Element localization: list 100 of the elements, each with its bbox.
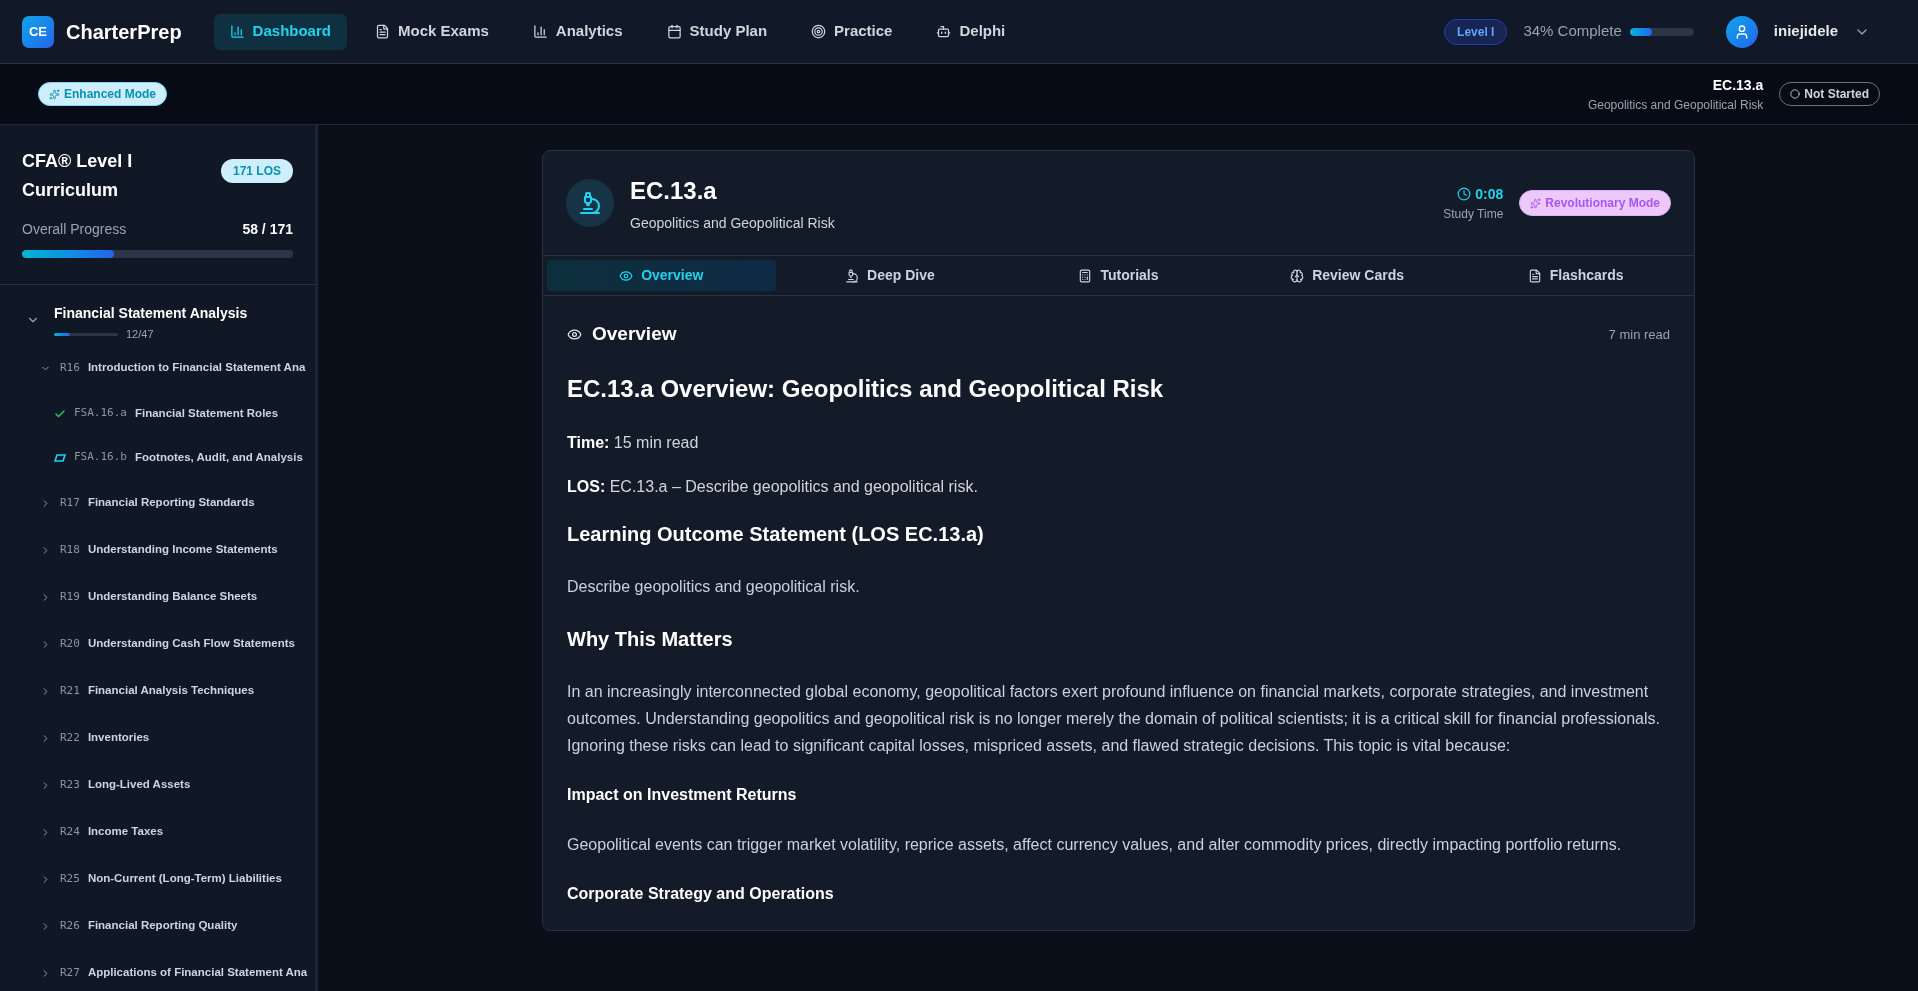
parallelogram-icon (54, 453, 66, 462)
clock-icon (1457, 187, 1472, 201)
brain-icon (1290, 268, 1305, 283)
content-tab[interactable]: Review Cards (1232, 260, 1462, 291)
robot-icon (936, 24, 952, 39)
reading-title: Long-Lived Assets (87, 777, 191, 793)
sparkles-icon (49, 88, 60, 100)
nav-tab[interactable]: Practice (795, 13, 909, 50)
reading-item[interactable]: R17 Financial Reporting Standards (26, 479, 315, 527)
target-icon (811, 24, 827, 39)
reading-item[interactable]: R18 Understanding Income Statements (26, 526, 315, 574)
nav-tab[interactable]: Delphi (920, 13, 1022, 50)
subsection-heading: Impact on Investment Returns (567, 784, 798, 805)
reading-item[interactable]: R16 Introduction to Financial Statement Ana (26, 344, 315, 392)
los-code: FSA.16.a (74, 405, 127, 422)
los-title: Footnotes, Audit, and Analysis (135, 449, 303, 465)
reading-code: R17 (60, 494, 80, 511)
document-icon (1527, 268, 1542, 283)
lesson-code: EC.13.a (630, 175, 718, 206)
level-badge: Level I (1444, 18, 1508, 45)
brand-name: CharterPrep (66, 19, 182, 45)
eye-icon (619, 268, 634, 283)
reading-code: R24 (60, 823, 80, 840)
los-item[interactable]: FSA.16.a Financial Statement Roles (26, 391, 315, 436)
los-title: Financial Statement Roles (135, 405, 279, 421)
los-count-badge: 171 LOS (220, 159, 293, 183)
content-tab[interactable]: Overview (547, 260, 776, 291)
reading-code: R20 (60, 635, 80, 652)
progress-label: 34% Complete (1523, 21, 1622, 42)
read-time: 7 min read (1608, 325, 1670, 344)
content-tab[interactable]: Tutorials (1004, 260, 1233, 291)
meta-line: LOS: EC.13.a – Describe geopolitics and geopolitical risk. (567, 476, 979, 497)
content-tab[interactable]: Deep Dive (775, 260, 1005, 291)
subject-count: 12/47 (126, 327, 154, 342)
paragraph: Describe geopolitics and geopolitical risk. (567, 576, 861, 597)
revolutionary-mode-badge: Revolutionary Mode (1519, 190, 1671, 216)
reading-code: R19 (60, 588, 80, 605)
reading-item[interactable]: R21 Financial Analysis Techniques (26, 667, 315, 715)
los-title: Geopolitics and Geopolitical Risk (1587, 96, 1764, 114)
user-name[interactable]: iniejidele (1773, 20, 1838, 43)
reading-code: R25 (60, 870, 80, 887)
reading-item[interactable]: R24 Income Taxes (26, 808, 315, 856)
section-heading: Learning Outcome Statement (LOS EC.13.a) (567, 521, 985, 547)
reading-title: Introduction to Financial Statement Ana (87, 360, 306, 376)
subject-name: Financial Statement Analysis (54, 304, 248, 323)
progress-label: Overall Progress (22, 220, 127, 239)
eye-icon (567, 326, 582, 342)
microscope-icon (845, 268, 860, 283)
los-code: EC.13.a (1712, 75, 1764, 95)
nav-tab[interactable]: Study Plan (650, 13, 784, 50)
reading-item[interactable]: R25 Non-Current (Long-Term) Liabilities (26, 855, 315, 903)
bar-chart-icon (229, 24, 245, 39)
reading-code: R22 (60, 729, 80, 746)
reading-item[interactable]: R27 Applications of Financial Statement Ana (26, 949, 315, 991)
reading-code: R27 (60, 964, 80, 981)
los-item[interactable]: FSA.16.b Footnotes, Audit, and Analysis (26, 435, 315, 480)
nav-tab[interactable]: Analytics (516, 13, 639, 50)
reading-title: Applications of Financial Statement Ana (87, 965, 308, 981)
reading-title: Financial Reporting Quality (87, 918, 238, 934)
reading-item[interactable]: R26 Financial Reporting Quality (26, 902, 315, 950)
reading-code: R21 (60, 682, 80, 699)
paragraph: Geopolitical events can trigger market volatility, reprice assets, affect currency values, and alter commodity prices, directly impacting portfolio returns. (567, 834, 1623, 855)
calendar-icon (666, 24, 682, 39)
enhanced-mode-badge: Enhanced Mode (38, 82, 167, 106)
reading-title: Understanding Cash Flow Statements (87, 636, 295, 652)
reading-title: Inventories (87, 730, 150, 746)
circle-icon (1790, 89, 1801, 99)
reading-title: Understanding Balance Sheets (87, 589, 258, 605)
section-heading: Why This Matters (567, 626, 734, 652)
document-icon (374, 24, 390, 39)
curriculum-title: CFA® Level I Curriculum (22, 150, 134, 202)
lesson-title: Geopolitics and Geopolitical Risk (630, 213, 835, 233)
reading-title: Non-Current (Long-Term) Liabilities (87, 871, 282, 887)
study-timer: 0:08 (1457, 183, 1504, 205)
reading-title: Income Taxes (87, 824, 164, 840)
los-code: FSA.16.b (74, 449, 127, 466)
content-tab[interactable]: Flashcards (1461, 260, 1690, 291)
reading-item[interactable]: R23 Long-Lived Assets (26, 761, 315, 809)
subsection-heading: Corporate Strategy and Operations (567, 883, 835, 904)
bar-chart-icon (532, 24, 548, 39)
reading-title: Financial Reporting Standards (87, 495, 255, 511)
calculator-icon (1078, 268, 1093, 283)
subject-row[interactable]: Financial Statement Analysis 12/47 (26, 303, 315, 343)
sparkles-icon (1530, 197, 1542, 209)
meta-line: Time: 15 min read (567, 432, 700, 453)
logo-icon: CE (22, 15, 54, 48)
timer-label: Study Time (1443, 205, 1504, 223)
paragraph: In an increasingly interconnected global economy, geopolitical factors exert profound influence on financial markets, corporate strategies, and investment outcomes. Understanding geopolitics and geopolitical risk is no longer merely the domain of political scientists; it is a critical skill for financial professionals. Ignoring these risks can lead to significant capital losses, mispriced assets, and flawed strategic decisions. This topic is vital because: (567, 681, 1661, 756)
reading-item[interactable]: R20 Understanding Cash Flow Statements (26, 620, 315, 668)
avatar-icon[interactable] (1725, 15, 1758, 48)
reading-item[interactable]: R22 Inventories (26, 714, 315, 762)
nav-tab[interactable]: Dashboard (213, 13, 347, 50)
progress-count: 58 / 171 (242, 220, 293, 239)
reading-item[interactable]: R19 Understanding Balance Sheets (26, 573, 315, 621)
check-icon (54, 407, 66, 420)
microscope-icon (578, 191, 602, 215)
reading-title: Understanding Income Statements (87, 542, 278, 558)
reading-code: R16 (60, 359, 80, 376)
nav-tab[interactable]: Mock Exams (358, 13, 505, 50)
reading-code: R18 (60, 541, 80, 558)
